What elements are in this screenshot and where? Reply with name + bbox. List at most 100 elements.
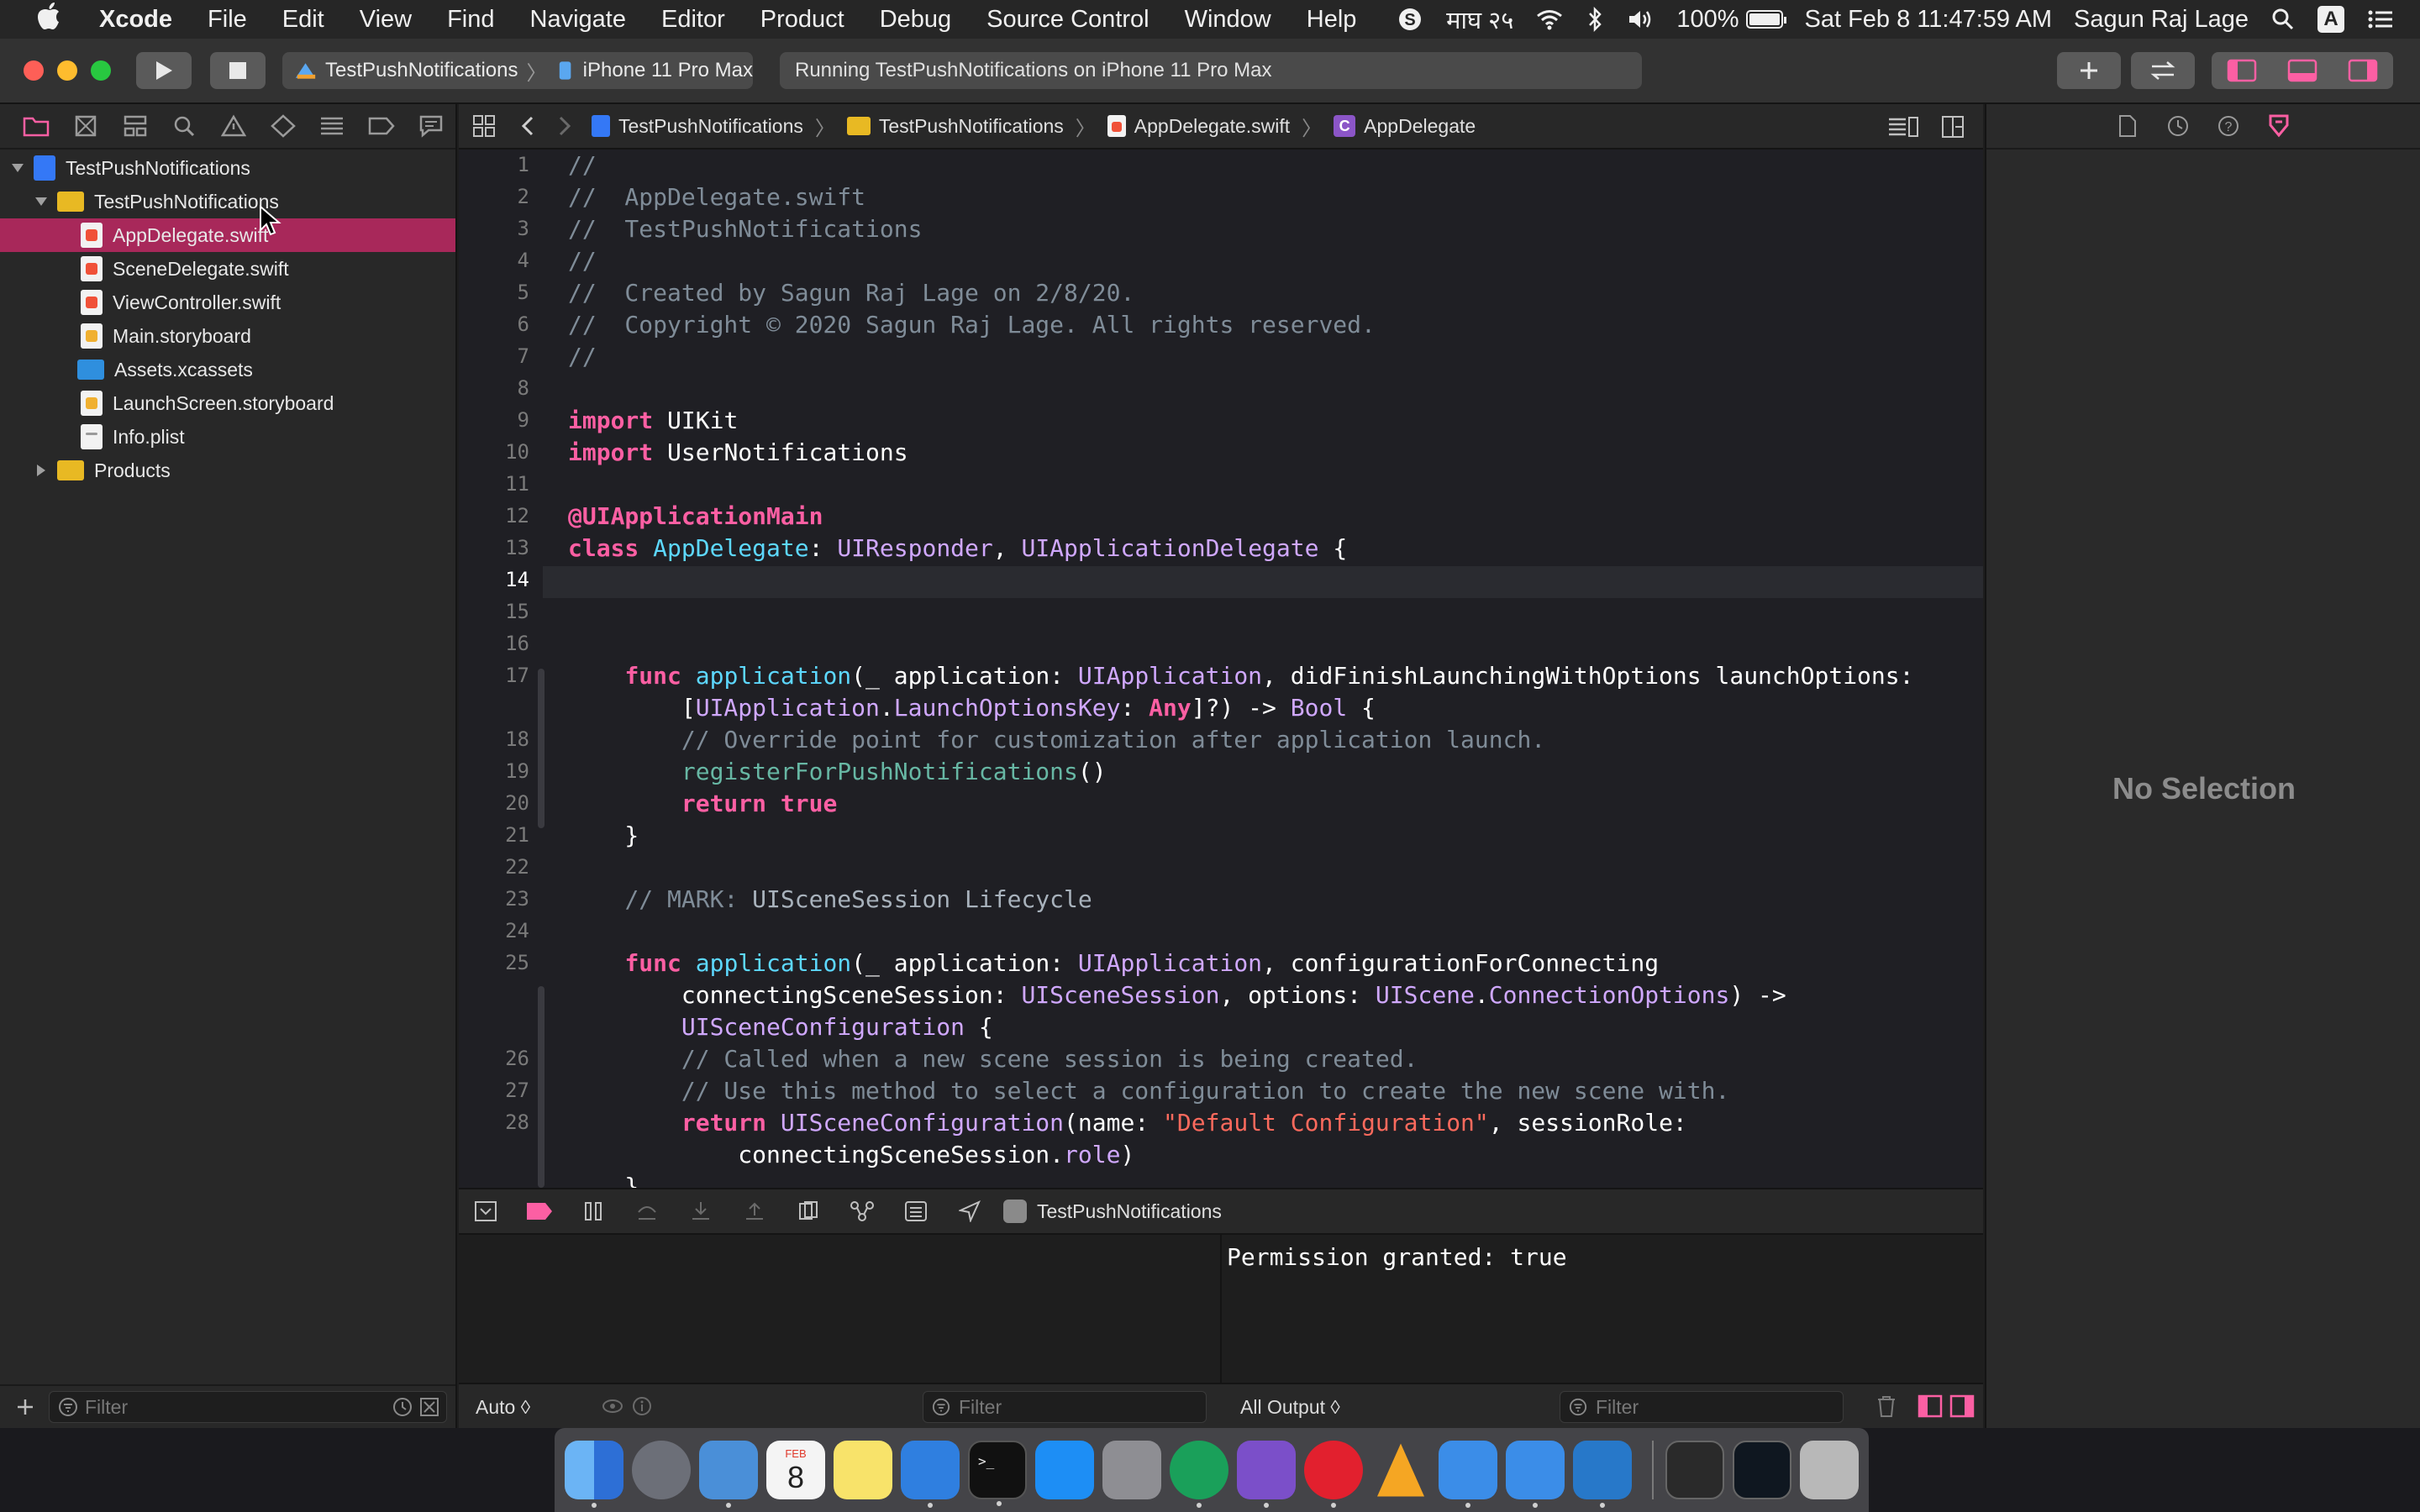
console-filter-input[interactable]: Filter (1560, 1391, 1844, 1423)
minimize-window-button[interactable] (57, 60, 77, 81)
tree-row-main-storyboard[interactable]: Main.storyboard (0, 319, 455, 353)
app-store-dock-icon[interactable] (1035, 1441, 1094, 1499)
console-view[interactable]: Permission granted: true (1223, 1235, 1983, 1383)
viber-dock-icon[interactable] (1237, 1441, 1296, 1508)
calendar-dock-icon[interactable]: FEB 8 (766, 1441, 825, 1499)
menu-source-control[interactable]: Source Control (986, 6, 1149, 34)
step-out-icon[interactable] (728, 1188, 781, 1235)
menu-find[interactable]: Find (447, 6, 494, 34)
input-source-icon[interactable]: A (2317, 6, 2344, 33)
apple-menu-icon[interactable] (32, 2, 66, 38)
quick-help-icon[interactable]: ? (2203, 103, 2254, 149)
editor-options-icon[interactable] (1887, 116, 1919, 143)
find-navigator-icon[interactable] (160, 103, 209, 149)
disclosure-closed-icon[interactable] (34, 463, 49, 478)
finder-dock-icon[interactable] (565, 1441, 623, 1508)
toggle-inspector-icon[interactable] (2348, 59, 2378, 82)
memory-graph-icon[interactable] (835, 1188, 889, 1235)
code-review-button[interactable] (2131, 52, 2195, 89)
opera-dock-icon[interactable] (1304, 1441, 1363, 1508)
step-over-icon[interactable] (620, 1188, 674, 1235)
toggle-navigator-icon[interactable] (2227, 59, 2257, 82)
vlc-dock-icon[interactable] (1377, 1443, 1424, 1497)
add-editor-icon[interactable] (1941, 115, 1965, 144)
run-button[interactable] (136, 52, 192, 89)
close-window-button[interactable] (24, 60, 44, 81)
print-description-icon[interactable] (632, 1396, 652, 1421)
downloads-stack-icon[interactable] (1665, 1441, 1724, 1499)
tree-row-group[interactable]: TestPushNotifications (0, 185, 455, 218)
quick-look-icon[interactable] (602, 1396, 623, 1421)
recent-files-icon[interactable] (392, 1397, 413, 1417)
variables-view[interactable] (459, 1235, 1222, 1383)
notification-center-icon[interactable] (2366, 7, 2395, 32)
process-selector[interactable]: TestPushNotifications (1003, 1200, 1222, 1223)
breakpoints-toggle-icon[interactable] (513, 1188, 566, 1235)
disclosure-open-icon[interactable] (34, 194, 49, 209)
terminal-dock-icon[interactable]: >_ (968, 1441, 1027, 1506)
preview-dock-icon[interactable] (699, 1441, 758, 1508)
xcode-dock-icon[interactable] (901, 1441, 960, 1508)
menu-window[interactable]: Window (1185, 6, 1271, 34)
source-editor[interactable]: // // AppDelegate.swift // TestPushNotif… (459, 150, 1983, 1188)
menu-editor[interactable]: Editor (661, 6, 725, 34)
zoom-window-button[interactable] (91, 60, 111, 81)
library-button[interactable] (2057, 52, 2121, 89)
notes-dock-icon[interactable] (834, 1441, 892, 1499)
stop-button[interactable] (210, 52, 266, 89)
show-console-view-icon[interactable] (1949, 1394, 1975, 1423)
xcode-beta-dock-icon[interactable] (1439, 1441, 1497, 1508)
show-variables-view-icon[interactable] (1918, 1394, 1943, 1423)
tree-row-scenedelegate[interactable]: SceneDelegate.swift (0, 252, 455, 286)
menu-help[interactable]: Help (1307, 6, 1357, 34)
breadcrumb-file[interactable]: AppDelegate.swift (1107, 115, 1290, 138)
scm-filter-icon[interactable] (419, 1397, 439, 1417)
attributes-inspector-icon[interactable] (2254, 103, 2304, 149)
environment-overrides-icon[interactable] (889, 1188, 943, 1235)
simulator-dock-icon[interactable] (1506, 1441, 1565, 1508)
menu-product[interactable]: Product (760, 6, 844, 34)
breadcrumb-group[interactable]: TestPushNotifications (846, 115, 1064, 138)
minimized-window-icon[interactable] (1733, 1441, 1791, 1499)
disclosure-open-icon[interactable] (10, 160, 25, 176)
simulate-location-icon[interactable] (943, 1188, 997, 1235)
output-scope-popup[interactable]: All Output ◊ (1240, 1396, 1340, 1419)
tree-row-products[interactable]: Products (0, 454, 455, 487)
source-control-navigator-icon[interactable] (61, 103, 111, 149)
tree-row-info-plist[interactable]: Info.plist (0, 420, 455, 454)
scheme-selector[interactable]: TestPushNotifications 〉 iPhone 11 Pro Ma… (282, 52, 753, 89)
breadcrumb-symbol[interactable]: C AppDelegate (1334, 115, 1476, 138)
step-into-icon[interactable] (674, 1188, 728, 1235)
tree-row-launchscreen[interactable]: LaunchScreen.storyboard (0, 386, 455, 420)
tree-row-viewcontroller[interactable]: ViewController.swift (0, 286, 455, 319)
file-inspector-icon[interactable] (2102, 103, 2153, 149)
navigator-filter-input[interactable]: Filter (49, 1391, 447, 1423)
volume-icon[interactable] (1626, 7, 1655, 32)
menu-navigate[interactable]: Navigate (530, 6, 626, 34)
edge-dev-dock-icon[interactable] (1170, 1441, 1228, 1508)
launchpad-dock-icon[interactable] (632, 1441, 691, 1499)
code-fold-ribbon[interactable] (538, 986, 544, 1188)
hide-debug-area-icon[interactable] (459, 1188, 513, 1235)
breadcrumb-project[interactable]: TestPushNotifications (592, 115, 803, 138)
menu-edit[interactable]: Edit (282, 6, 324, 34)
trash-dock-icon[interactable] (1800, 1441, 1859, 1499)
back-arrow-icon[interactable] (509, 115, 546, 137)
system-preferences-dock-icon[interactable] (1102, 1441, 1161, 1499)
tree-row-project[interactable]: TestPushNotifications (0, 151, 455, 185)
clock[interactable]: Sat Feb 8 11:47:59 AM (1805, 6, 2053, 34)
variables-filter-input[interactable]: Filter (923, 1391, 1207, 1423)
native-date[interactable]: माघ २५ (1446, 3, 1513, 36)
menu-debug[interactable]: Debug (880, 6, 951, 34)
skype-icon[interactable]: S (1396, 7, 1424, 32)
toggle-debug-area-icon[interactable] (2287, 59, 2317, 82)
wifi-icon[interactable] (1535, 7, 1564, 32)
report-navigator-icon[interactable] (406, 103, 455, 149)
menu-view[interactable]: View (360, 6, 412, 34)
code-fold-ribbon[interactable] (538, 669, 544, 828)
user-name[interactable]: Sagun Raj Lage (2074, 6, 2249, 34)
menu-app-name[interactable]: Xcode (99, 6, 172, 34)
test-navigator-icon[interactable] (258, 103, 308, 149)
add-file-icon[interactable] (15, 1397, 35, 1417)
bluetooth-icon[interactable] (1586, 6, 1604, 33)
